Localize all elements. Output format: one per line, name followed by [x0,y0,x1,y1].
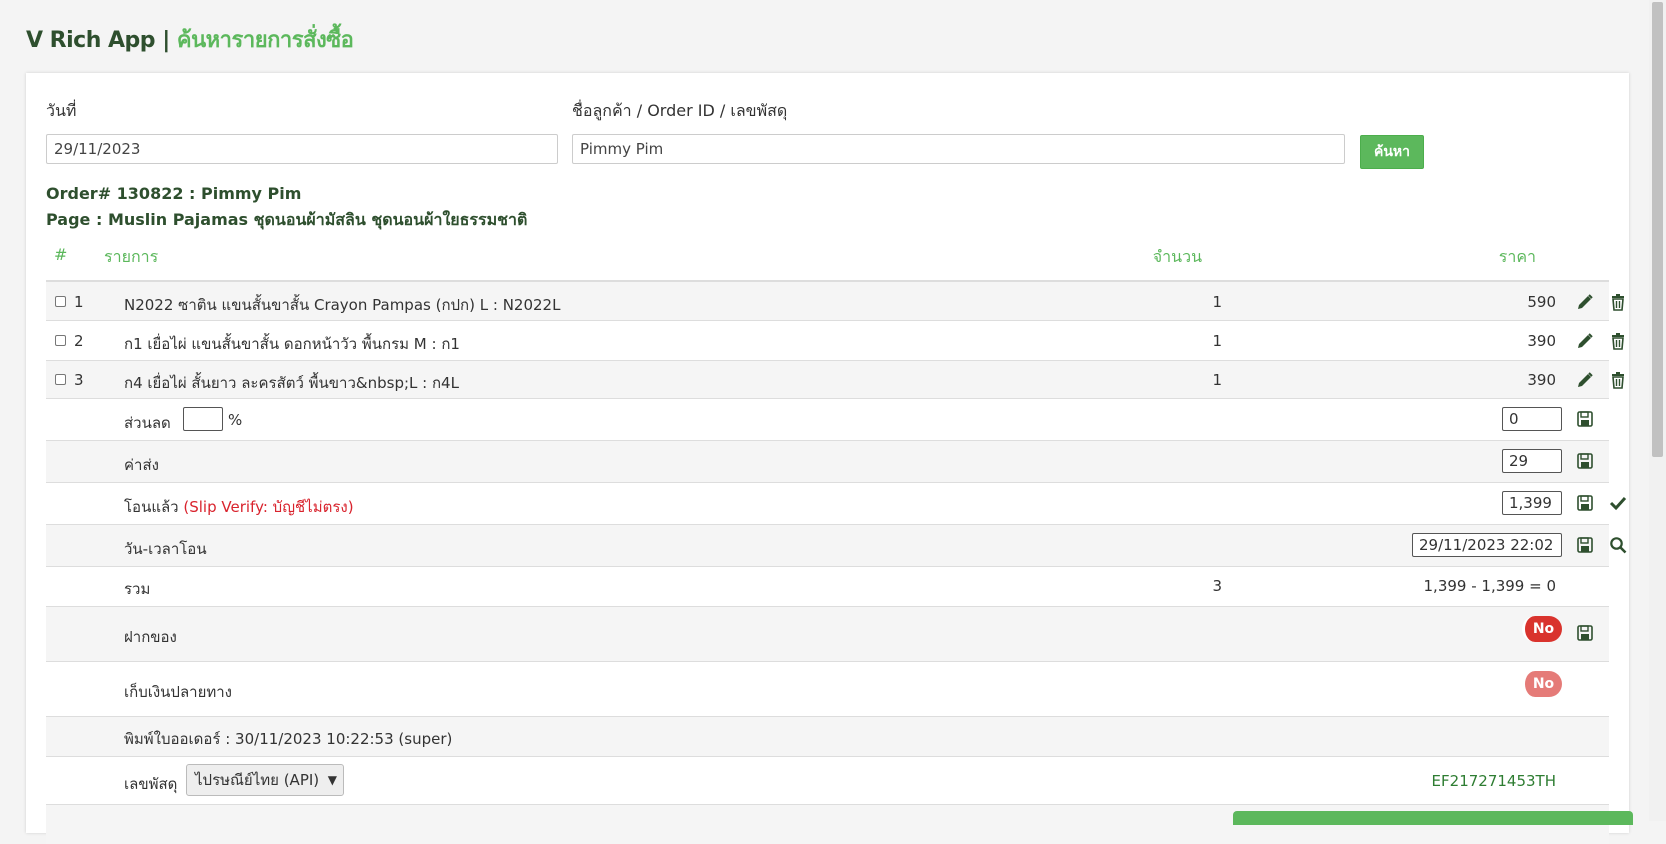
row-checkbox[interactable] [55,296,66,307]
row-checkbox[interactable] [55,374,66,385]
shipping-amount-input[interactable]: 29 [1502,449,1562,473]
transfer-time-input[interactable]: 29/11/2023 22:02 [1412,533,1562,557]
printed-info: พิมพ์ใบออเดอร์ : 30/11/2023 10:22:53 (su… [124,730,453,748]
col-header-item: รายการ [104,247,159,266]
item-qty: 1 [1212,371,1222,389]
shipping-row: ค่าส่ง 29 [46,440,1609,482]
item-price: 390 [1527,371,1556,389]
page-name: ค้นหารายการสั่งซื้อ [176,28,354,53]
chevron-down-icon: ▼ [327,773,337,787]
table-row: 3 ก4 เยื่อไผ่ สั้นยาว ละครสัตว์ พื้นขาว&… [46,360,1624,398]
search-button[interactable]: ค้นหา [1360,135,1424,169]
transfer-amount-input[interactable]: 1,399 [1502,491,1562,515]
search-icon[interactable] [1609,536,1627,554]
total-qty: 3 [1212,577,1222,595]
save-icon[interactable] [1576,452,1594,470]
check-icon[interactable] [1609,494,1627,512]
transfer-label-text: โอนแล้ว [124,498,179,516]
cod-row: เก็บเงินปลายทาง No [46,661,1609,716]
customer-search-label: ชื่อลูกค้า / Order ID / เลขพัสดุ [572,101,788,120]
discount-label: ส่วนลด [124,414,171,432]
item-name: ก4 เยื่อไผ่ สั้นยาว ละครสัตว์ พื้นขาว&nb… [124,374,459,392]
scrollbar-thumb[interactable] [1652,2,1663,457]
slip-verify-note: (Slip Verify: บัญชีไม่ตรง) [183,498,354,516]
trash-icon[interactable] [1609,293,1627,311]
deposit-row: ฝากของ No [46,606,1609,661]
pencil-icon[interactable] [1576,371,1594,389]
bottom-action-bar[interactable] [1233,811,1633,825]
app-name: V Rich App | [26,28,170,53]
date-label: วันที่ [46,101,77,120]
col-header-index: # [54,245,68,264]
tracking-row: เลขพัสดุ ไปรษณีย์ไทย (API) ▼ EF217271453… [46,756,1609,804]
table-row: 1 N2022 ซาติน แขนสั้นขาสั้น Crayon Pampa… [46,280,1624,320]
transfer-row: โอนแล้ว (Slip Verify: บัญชีไม่ตรง) 1,399 [46,482,1627,524]
item-price: 590 [1527,293,1556,311]
carrier-selected: ไปรษณีย์ไทย (API) [195,771,320,789]
order-title: Order# 130822 : Pimmy Pim [46,184,302,203]
trash-icon[interactable] [1609,371,1627,389]
item-name: N2022 ซาติน แขนสั้นขาสั้น Crayon Pampas … [124,296,561,314]
cod-toggle[interactable]: No [1522,671,1562,697]
vertical-scrollbar[interactable] [1649,0,1666,821]
tracking-number[interactable]: EF217271453TH [1346,772,1556,790]
item-qty: 1 [1212,332,1222,350]
shipping-label: ค่าส่ง [124,456,159,474]
discount-amount-input[interactable]: 0 [1502,407,1562,431]
discount-percent-input[interactable] [183,407,223,431]
page-title: V Rich App | ค้นหารายการสั่งซื้อ [26,22,354,57]
cod-label: เก็บเงินปลายทาง [124,683,232,701]
table-row: 2 ก1 เยื่อไผ่ แขนสั้นขาสั้น ดอกหน้าวัว พ… [46,320,1624,360]
col-header-price: ราคา [1498,247,1536,266]
item-qty: 1 [1212,293,1222,311]
row-index: 1 [74,293,84,311]
deposit-toggle[interactable]: No [1522,616,1562,642]
carrier-select[interactable]: ไปรษณีย์ไทย (API) ▼ [186,764,344,796]
save-icon[interactable] [1576,494,1594,512]
row-index: 2 [74,332,84,350]
transfer-time-row: วัน-เวลาโอน 29/11/2023 22:02 [46,524,1627,566]
item-name: ก1 เยื่อไผ่ แขนสั้นขาสั้น ดอกหน้าวัว พื้… [124,335,460,353]
item-price: 390 [1527,332,1556,350]
discount-row: ส่วนลด % 0 [46,398,1609,440]
date-input[interactable]: 29/11/2023 [46,134,558,164]
trash-icon[interactable] [1609,332,1627,350]
tracking-label: เลขพัสดุ [124,775,178,793]
row-checkbox[interactable] [55,335,66,346]
transfer-time-label: วัน-เวลาโอน [124,540,207,558]
save-icon[interactable] [1576,410,1594,428]
pencil-icon[interactable] [1576,293,1594,311]
save-icon[interactable] [1576,536,1594,554]
col-header-qty: จำนวน [1152,247,1202,266]
total-label: รวม [124,580,151,598]
deposit-label: ฝากของ [124,628,177,646]
percent-sign: % [228,411,243,429]
transfer-label: โอนแล้ว (Slip Verify: บัญชีไม่ตรง) [124,495,354,519]
order-search-card: วันที่ 29/11/2023 ชื่อลูกค้า / Order ID … [26,73,1629,844]
customer-search-input[interactable]: Pimmy Pim [572,134,1345,164]
balance-formula: 1,399 - 1,399 = 0 [1423,577,1556,595]
order-page: Page : Muslin Pajamas ชุดนอนผ้ามัสลิน ชุ… [46,210,528,229]
printed-row: พิมพ์ใบออเดอร์ : 30/11/2023 10:22:53 (su… [46,716,1609,756]
save-icon[interactable] [1576,624,1594,642]
total-row: รวม 3 1,399 - 1,399 = 0 [46,566,1609,606]
row-index: 3 [74,371,84,389]
pencil-icon[interactable] [1576,332,1594,350]
